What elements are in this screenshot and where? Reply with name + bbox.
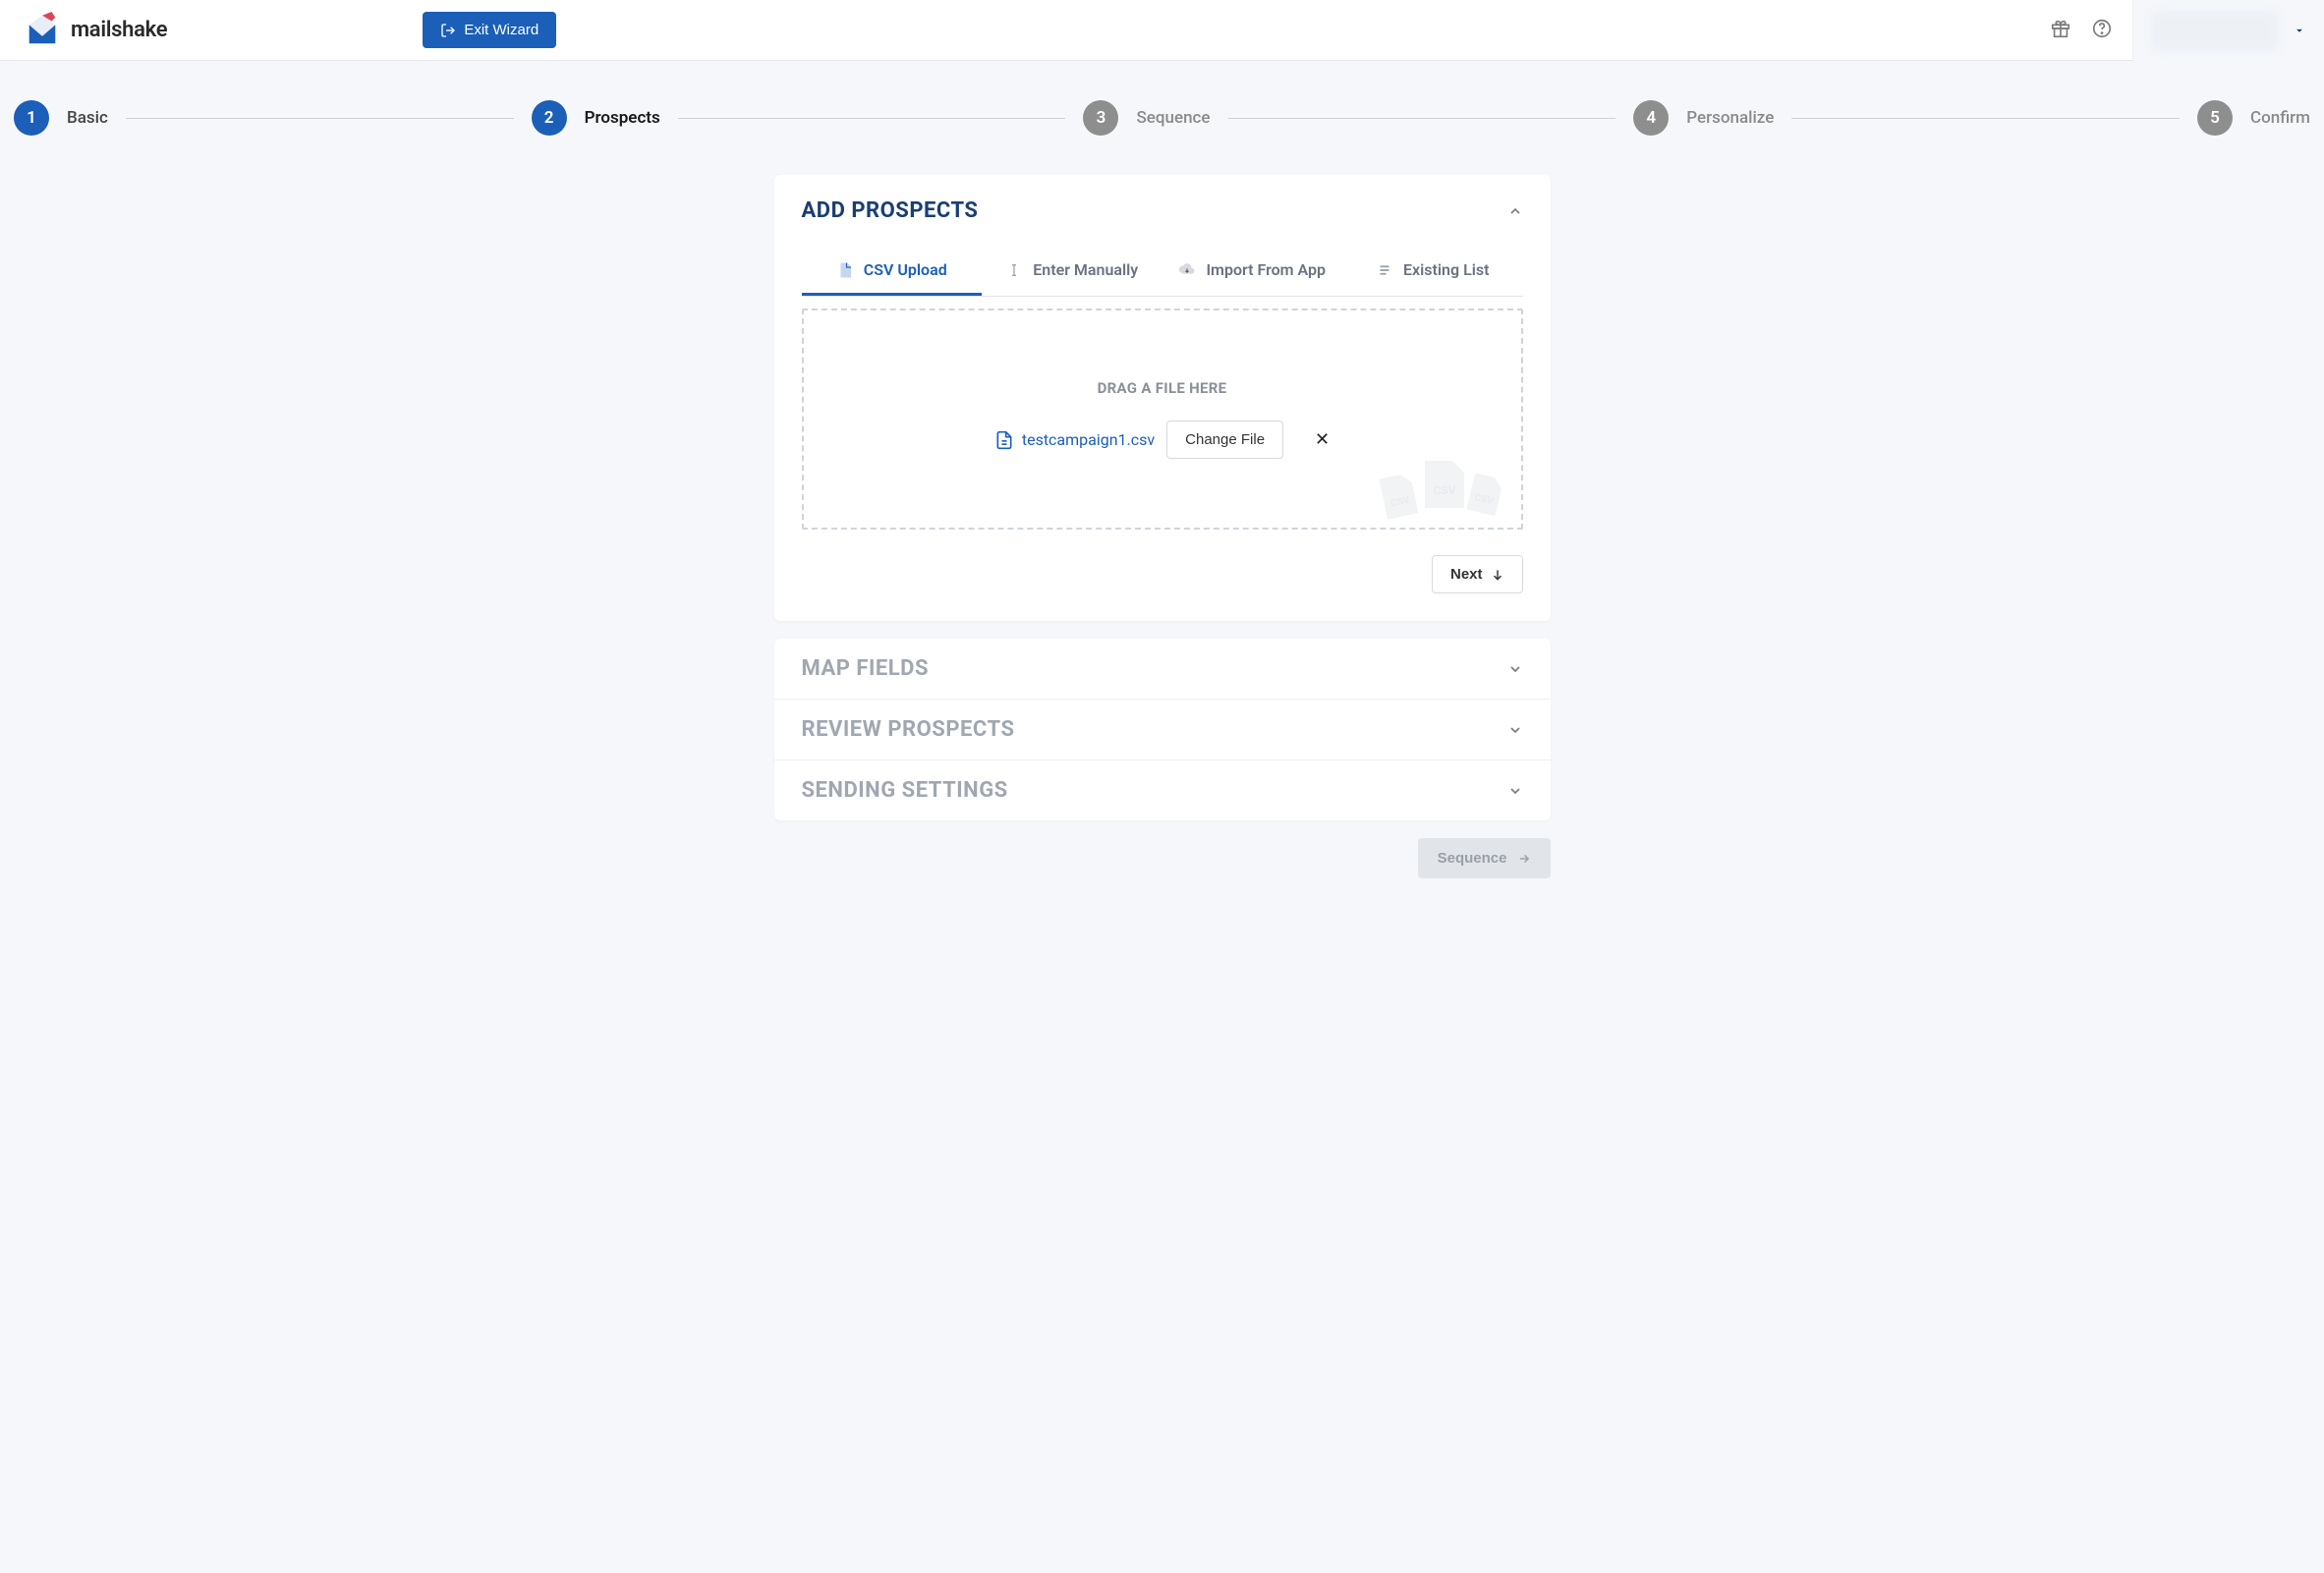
sequence-button: Sequence [1418,838,1551,878]
tab-label: CSV Upload [864,260,947,279]
arrow-right-icon [1517,852,1531,866]
panel-map-fields[interactable]: MAP FIELDS [774,639,1551,700]
svg-text:CSV: CSV [1433,483,1455,497]
step-label: Basic [67,108,108,128]
exit-wizard-label: Exit Wizard [464,22,538,38]
chevron-down-icon [1507,783,1523,799]
step-connector [1228,118,1616,119]
tab-label: Import From App [1206,260,1326,279]
step-label: Confirm [2250,108,2310,128]
step-number: 3 [1083,100,1118,136]
step-connector [678,118,1066,119]
tab-csv-upload[interactable]: CSV Upload [802,247,983,296]
add-prospects-panel: ADD PROSPECTS CSV Upload Enter Manually [774,175,1551,621]
collapsed-panels: MAP FIELDS REVIEW PROSPECTS SENDING SETT… [774,639,1551,820]
step-label: Prospects [585,108,660,128]
chevron-up-icon [1507,203,1523,219]
panel-title: ADD PROSPECTS [802,198,979,223]
chevron-down-icon [1507,722,1523,738]
exit-wizard-button[interactable]: Exit Wizard [423,12,556,48]
brand-name: mailshake [71,18,167,42]
chevron-down-icon [1507,661,1523,677]
brand-logo[interactable]: mailshake [24,12,167,49]
header-right [2050,14,2300,47]
next-button-row: Next [774,549,1551,621]
dropzone-hint: DRAG A FILE HERE [1098,379,1227,397]
step-basic[interactable]: 1 Basic [14,100,108,136]
step-number: 1 [14,100,49,136]
account-name-blurred [2151,10,2279,51]
app-header: mailshake Exit Wizard [0,0,2324,61]
main-content: ADD PROSPECTS CSV Upload Enter Manually [774,175,1551,918]
step-prospects[interactable]: 2 Prospects [532,100,660,136]
prospect-source-tabs: CSV Upload Enter Manually Import From Ap… [802,247,1523,297]
uploaded-file-row: testcampaign1.csv Change File ✕ [994,421,1330,459]
step-label: Sequence [1136,108,1210,128]
cloud-download-icon [1178,261,1196,279]
step-sequence[interactable]: 3 Sequence [1083,100,1210,136]
next-label: Next [1450,566,1483,583]
step-number: 2 [532,100,567,136]
file-icon [994,430,1014,450]
step-number: 4 [1633,100,1669,136]
step-label: Personalize [1686,108,1774,128]
panel-title: REVIEW PROSPECTS [802,717,1015,742]
panel-review-prospects[interactable]: REVIEW PROSPECTS [774,700,1551,760]
tab-enter-manually[interactable]: Enter Manually [982,247,1162,296]
mailshake-logo-icon [24,12,61,49]
panel-title: MAP FIELDS [802,656,930,681]
csv-decoration-icon: CSV CSV CSV [1376,451,1513,524]
wizard-stepper: 1 Basic 2 Prospects 3 Sequence 4 Persona… [0,61,2324,175]
step-connector [1791,118,2180,119]
account-menu[interactable] [2132,0,2324,61]
dropzone-container: DRAG A FILE HERE testcampaign1.csv Chang… [774,297,1551,549]
sequence-label: Sequence [1438,850,1507,867]
arrow-down-icon [1491,568,1504,582]
tab-import-from-app[interactable]: Import From App [1162,247,1343,296]
change-file-button[interactable]: Change File [1166,421,1283,459]
file-dropzone[interactable]: DRAG A FILE HERE testcampaign1.csv Chang… [802,309,1523,530]
panel-sending-settings[interactable]: SENDING SETTINGS [774,760,1551,820]
step-number: 5 [2197,100,2233,136]
csv-file-icon [836,261,854,279]
list-icon [1376,261,1393,279]
gift-icon[interactable] [2050,18,2071,43]
tab-existing-list[interactable]: Existing List [1342,247,1523,296]
uploaded-filename: testcampaign1.csv [1022,430,1155,449]
step-personalize[interactable]: 4 Personalize [1633,100,1774,136]
header-left: mailshake Exit Wizard [24,12,556,49]
exit-icon [440,23,456,38]
footer-actions: Sequence [774,838,1551,878]
tab-label: Existing List [1403,260,1489,279]
remove-file-button[interactable]: ✕ [1315,429,1330,450]
tab-label: Enter Manually [1033,260,1138,279]
text-cursor-icon [1005,261,1023,279]
panel-title: SENDING SETTINGS [802,778,1008,803]
uploaded-file-link[interactable]: testcampaign1.csv [994,430,1155,450]
panel-header-add-prospects[interactable]: ADD PROSPECTS [774,175,1551,233]
step-confirm[interactable]: 5 Confirm [2197,100,2310,136]
help-icon[interactable] [2091,18,2113,43]
next-button[interactable]: Next [1432,555,1523,593]
caret-down-icon [2293,24,2306,37]
step-connector [126,118,514,119]
